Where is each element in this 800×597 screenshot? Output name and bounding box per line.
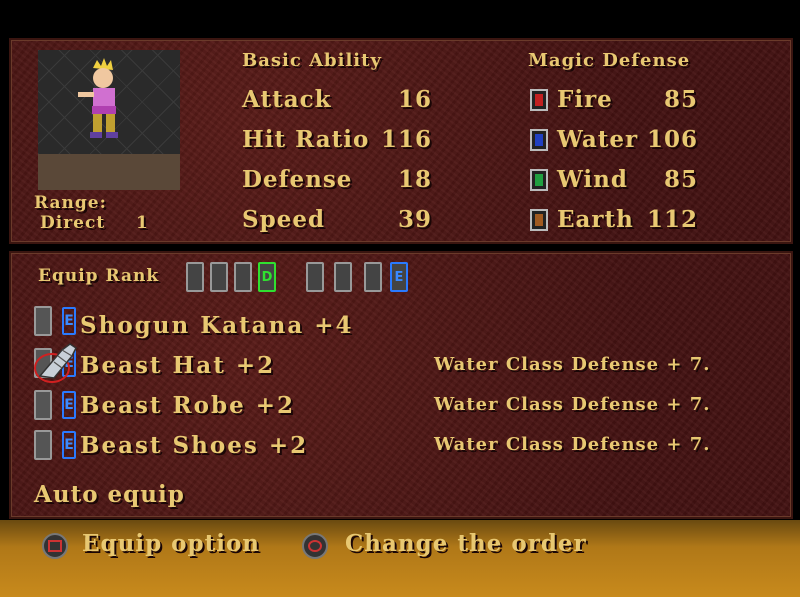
armor-rank-icon (334, 262, 352, 292)
range-label: Range: (34, 193, 107, 213)
stat-attack-label: Attack (242, 86, 332, 113)
hand-cursor-icon (34, 343, 77, 383)
wind-icon (530, 169, 548, 191)
earth-icon (530, 209, 548, 231)
stat-speed-value: 39 (397, 206, 432, 233)
sword-icon (34, 306, 52, 336)
auto-equip-option[interactable]: Auto equip (34, 481, 185, 508)
circle-button-icon[interactable] (302, 533, 328, 559)
element-earth-value: 112 (646, 206, 698, 233)
fire-icon (530, 89, 548, 111)
basic-ability-title: Basic Ability (242, 50, 382, 71)
element-water-label: Water (557, 126, 639, 153)
item-name: Beast Hat +2 (80, 352, 276, 379)
armor-icon (34, 390, 52, 420)
sword-rank-icon (186, 262, 204, 292)
stat-speed-label: Speed (242, 206, 326, 233)
square-button-icon[interactable] (42, 533, 68, 559)
boots-icon (34, 430, 52, 460)
element-fire-value: 85 (663, 86, 698, 113)
axe-rank-icon (234, 262, 252, 292)
element-wind-label: Wind (557, 166, 628, 193)
water-icon (530, 129, 548, 151)
element-fire-label: Fire (557, 86, 613, 113)
equip-option-label[interactable]: Equip option (82, 530, 260, 557)
magic-defense-title: Magic Defense (528, 50, 691, 71)
spear-rank-icon (210, 262, 228, 292)
stat-hit-ratio-label: Hit Ratio (242, 126, 370, 153)
item-name: Shogun Katana +4 (80, 312, 354, 339)
rank-e-icon: E (390, 262, 408, 292)
element-earth-label: Earth (557, 206, 634, 233)
item-description: Water Class Defense + 7. (434, 354, 711, 375)
change-order-label[interactable]: Change the order (345, 530, 587, 557)
rank-d-icon: D (258, 262, 276, 292)
element-water-value: 106 (646, 126, 698, 153)
e-rank-badge: E (62, 431, 76, 459)
range-type: Direct (40, 213, 106, 233)
range-value: 1 (136, 213, 149, 233)
item-name: Beast Robe +2 (80, 392, 296, 419)
stat-defense-value: 18 (397, 166, 432, 193)
item-name: Beast Shoes +2 (80, 432, 309, 459)
stat-hit-ratio-value: 116 (380, 126, 432, 153)
boots-rank-icon (364, 262, 382, 292)
character-portrait (38, 50, 180, 190)
element-wind-value: 85 (663, 166, 698, 193)
item-description: Water Class Defense + 7. (434, 434, 711, 455)
stat-defense-label: Defense (242, 166, 353, 193)
e-rank-badge: E (62, 391, 76, 419)
equip-rank-label: Equip Rank (38, 266, 160, 286)
stat-attack-value: 16 (397, 86, 432, 113)
item-description: Water Class Defense + 7. (434, 394, 711, 415)
helmet-rank-icon (306, 262, 324, 292)
e-rank-badge: E (62, 307, 76, 335)
character-sprite-icon (78, 58, 118, 138)
